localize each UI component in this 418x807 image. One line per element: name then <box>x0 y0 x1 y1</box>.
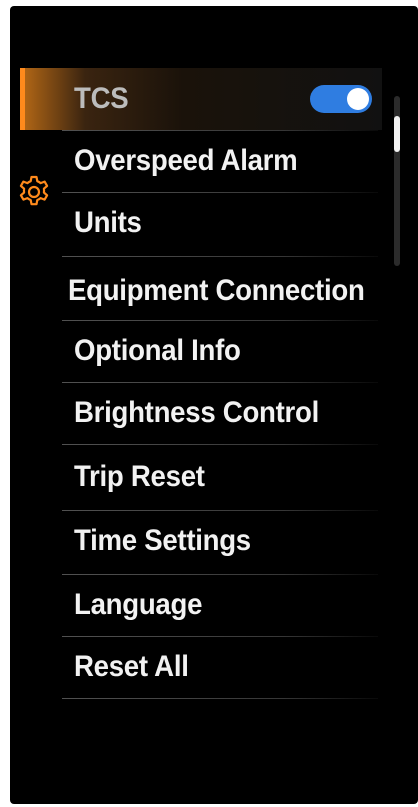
menu-item-label: Equipment Connection <box>68 274 365 307</box>
menu-item-label: Optional Info <box>74 334 241 367</box>
menu-item-time-settings[interactable]: Time Settings <box>62 510 380 572</box>
menu-item-label: Units <box>74 206 142 239</box>
toggle-knob <box>347 88 369 110</box>
menu-item-units[interactable]: Units <box>62 192 380 254</box>
scrollbar[interactable] <box>394 96 400 266</box>
divider <box>62 698 378 699</box>
menu-item-label: Overspeed Alarm <box>74 144 298 177</box>
menu-item-label: Reset All <box>74 650 189 683</box>
menu-item-optional-info[interactable]: Optional Info <box>62 320 380 382</box>
tcs-toggle[interactable] <box>310 85 372 113</box>
divider <box>62 444 378 445</box>
menu-item-brightness-control[interactable]: Brightness Control <box>62 382 380 444</box>
menu-item-label: Trip Reset <box>74 460 205 493</box>
gear-icon <box>19 175 49 206</box>
scrollbar-thumb[interactable] <box>394 116 400 152</box>
divider <box>62 256 378 257</box>
menu-item-tcs[interactable]: TCS <box>20 68 382 130</box>
settings-screen: TCS Overspeed Alarm Units Equipment Conn… <box>10 6 418 804</box>
menu-item-reset-all[interactable]: Reset All <box>62 636 380 698</box>
menu-item-label: Time Settings <box>74 524 251 557</box>
settings-menu: TCS Overspeed Alarm Units Equipment Conn… <box>10 6 418 804</box>
menu-item-label: TCS <box>74 82 129 115</box>
menu-item-overspeed-alarm[interactable]: Overspeed Alarm <box>62 130 380 192</box>
menu-item-trip-reset[interactable]: Trip Reset <box>62 446 380 508</box>
menu-item-label: Brightness Control <box>74 396 319 429</box>
menu-item-equipment-connection[interactable]: Equipment Connection <box>60 260 418 322</box>
menu-item-label: Language <box>74 588 203 621</box>
menu-item-language[interactable]: Language <box>62 574 380 636</box>
